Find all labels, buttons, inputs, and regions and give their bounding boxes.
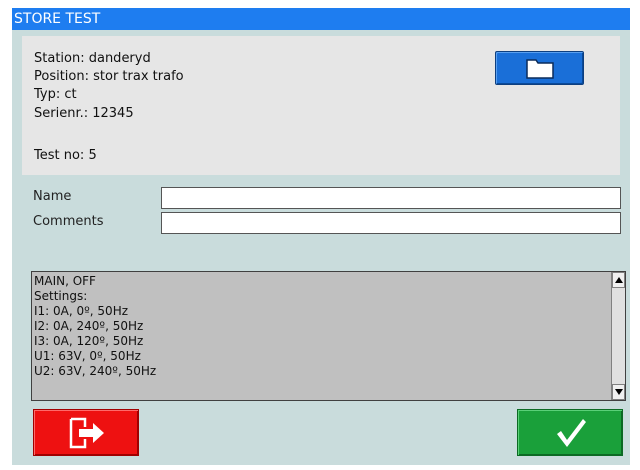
list-item: U2: 63V, 240º, 50Hz — [34, 364, 157, 378]
confirm-button[interactable] — [517, 409, 623, 456]
name-input[interactable] — [161, 187, 621, 209]
name-label: Name — [33, 189, 72, 204]
vertical-scrollbar[interactable] — [611, 272, 625, 400]
scroll-thumb[interactable] — [612, 289, 625, 383]
test-number-text: Test no: 5 — [34, 148, 97, 163]
settings-listbox[interactable]: MAIN, OFF Settings: I1: 0A, 0º, 50Hz I2:… — [31, 271, 626, 401]
triangle-down-icon — [615, 389, 623, 395]
list-item: MAIN, OFF — [34, 274, 96, 288]
comments-input[interactable] — [161, 212, 621, 234]
exit-door-icon — [69, 417, 104, 449]
list-item: I1: 0A, 0º, 50Hz — [34, 304, 129, 318]
store-test-window: STORE TEST Station: danderyd Position: s… — [12, 8, 630, 465]
list-item: I3: 0A, 120º, 50Hz — [34, 334, 144, 348]
list-item: U1: 63V, 0º, 50Hz — [34, 349, 141, 363]
list-item: Settings: — [34, 289, 88, 303]
list-item: I2: 0A, 240º, 50Hz — [34, 319, 144, 333]
scroll-down-button[interactable] — [612, 384, 625, 400]
triangle-up-icon — [615, 277, 623, 283]
type-text: Typ: ct — [34, 87, 77, 102]
comments-label: Comments — [33, 214, 104, 229]
scroll-up-button[interactable] — [612, 272, 625, 288]
serial-text: Serienr.: 12345 — [34, 106, 134, 121]
settings-lines: MAIN, OFF Settings: I1: 0A, 0º, 50Hz I2:… — [34, 274, 156, 379]
station-info-panel: Station: danderyd Position: stor trax tr… — [22, 36, 620, 175]
exit-button[interactable] — [33, 409, 139, 456]
checkmark-icon — [557, 419, 586, 447]
position-text: Position: stor trax trafo — [34, 69, 184, 84]
window-title: STORE TEST — [12, 8, 630, 30]
station-text: Station: danderyd — [34, 51, 151, 66]
folder-icon — [526, 59, 554, 79]
open-folder-button[interactable] — [495, 51, 584, 85]
